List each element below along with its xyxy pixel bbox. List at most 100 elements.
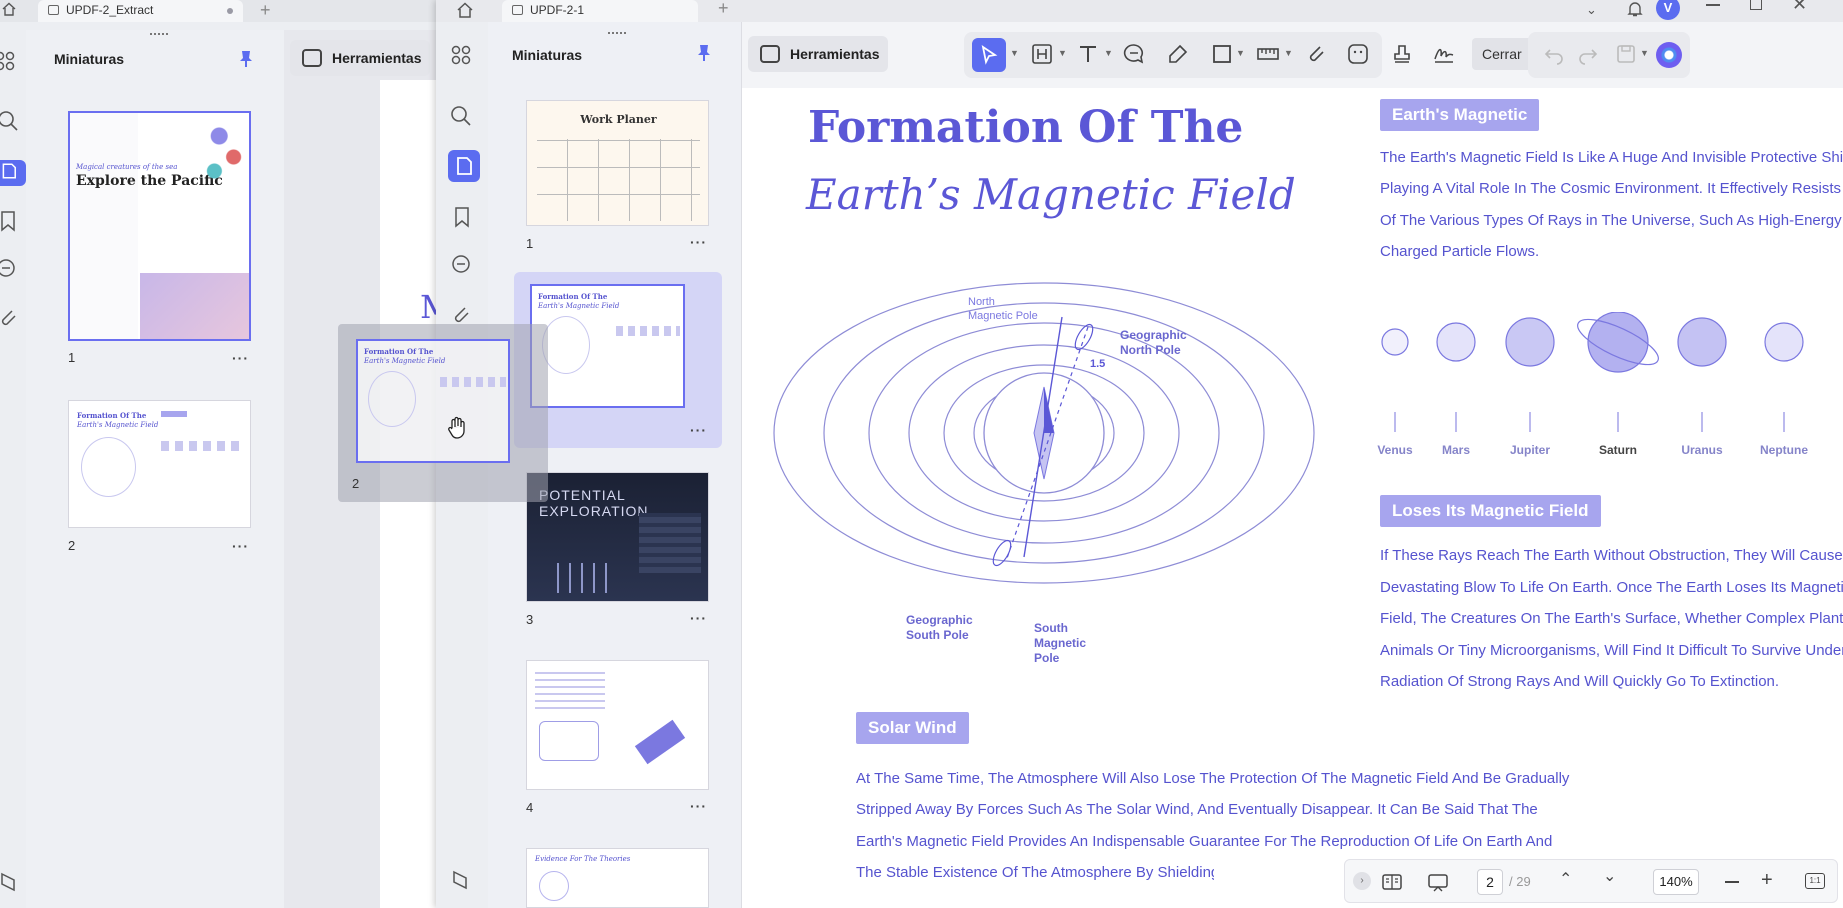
more-options-icon[interactable]: ··· xyxy=(690,422,707,438)
back-thumbnail-1[interactable]: Magical creatures of the sea Explore the… xyxy=(68,111,251,341)
pin-icon[interactable] xyxy=(238,50,254,68)
section3-line: The Stable Existence Of The Atmosphere B… xyxy=(856,864,1214,881)
chevron-down-icon[interactable]: ▼ xyxy=(1058,48,1067,58)
front-thumbnail-3[interactable]: POTENTIAL EXPLORATION xyxy=(526,472,709,602)
label-tilt-angle: 1.5 xyxy=(1090,358,1106,370)
collapse-arrow-icon[interactable]: › xyxy=(1353,872,1371,890)
tab-list-chevron-icon[interactable]: ⌄ xyxy=(1586,2,1597,18)
undo-icon[interactable] xyxy=(1542,42,1566,66)
attachment-icon[interactable] xyxy=(0,307,22,329)
save-icon[interactable] xyxy=(1614,42,1638,66)
user-avatar[interactable]: V xyxy=(1656,0,1680,20)
text-icon[interactable] xyxy=(1076,42,1100,66)
chevron-down-icon[interactable]: ▼ xyxy=(1236,48,1245,58)
bookmark-icon[interactable] xyxy=(452,206,474,228)
more-options-icon[interactable]: ··· xyxy=(690,798,707,814)
layers-icon[interactable] xyxy=(0,870,22,892)
resize-handle-icon[interactable] xyxy=(608,32,626,34)
new-tab-plus-icon[interactable]: + xyxy=(260,0,271,20)
more-options-icon[interactable]: ··· xyxy=(232,350,249,366)
page-icon-active[interactable] xyxy=(448,150,480,182)
redo-icon[interactable] xyxy=(1576,42,1600,66)
pin-icon[interactable] xyxy=(696,44,712,62)
comment-list-icon[interactable] xyxy=(0,258,22,280)
page-layout-icon[interactable] xyxy=(1381,871,1403,893)
bookmark-icon[interactable] xyxy=(0,210,22,232)
search-icon[interactable] xyxy=(0,110,22,132)
sticker-icon[interactable] xyxy=(1346,42,1370,66)
zoom-in-icon[interactable]: + xyxy=(1761,868,1773,892)
chevron-down-icon[interactable]: ▼ xyxy=(1640,48,1649,58)
search-icon[interactable] xyxy=(450,105,472,127)
section3-line: At The Same Time, The Atmosphere Will Al… xyxy=(856,770,1570,787)
back-thumbnail-2[interactable]: Formation Of The Earth's Magnetic Field xyxy=(68,400,251,528)
front-thumbnail-1[interactable]: Work Planer xyxy=(526,100,709,226)
section-heading-solar-wind: Solar Wind xyxy=(856,712,969,744)
layers-icon[interactable] xyxy=(450,868,472,890)
chevron-down-icon[interactable]: ▼ xyxy=(1104,48,1113,58)
attachment-icon[interactable] xyxy=(450,304,472,326)
comment-bubble-icon[interactable] xyxy=(1122,42,1146,66)
more-options-icon[interactable]: ··· xyxy=(232,538,249,554)
close-tools-button[interactable]: Cerrar xyxy=(1472,38,1532,70)
zoom-level-field[interactable]: 140% xyxy=(1653,869,1699,895)
tab-updf-2-1[interactable]: UPDF-2-1 xyxy=(502,0,698,22)
measure-ruler-icon[interactable] xyxy=(1256,42,1280,66)
tab-updf-2-extract[interactable]: UPDF-2_Extract xyxy=(38,0,243,22)
text-box-icon[interactable] xyxy=(1030,42,1054,66)
more-options-icon[interactable]: ··· xyxy=(690,610,707,626)
tools-button[interactable]: Herramientas xyxy=(748,36,888,72)
drag-ghost[interactable]: Formation Of The Earth's Magnetic Field … xyxy=(338,324,548,502)
next-page-icon[interactable]: ⌄ xyxy=(1603,866,1616,886)
unsaved-dot-icon xyxy=(227,8,233,14)
document-viewer: Herramientas ▼ ▼ ▼ ▼ ▼ Cerrar ▼ Formatio… xyxy=(742,22,1843,908)
more-options-icon[interactable]: ··· xyxy=(690,234,707,250)
new-tab-plus-icon[interactable]: + xyxy=(718,0,729,18)
minimize-icon[interactable] xyxy=(1706,4,1720,6)
front-thumbnail-2[interactable]: Formation Of The Earth's Magnetic Field xyxy=(530,284,685,408)
tools-button[interactable]: Herramientas xyxy=(290,40,430,76)
fit-page-icon[interactable]: 1:1 xyxy=(1805,873,1825,889)
foreground-window: UPDF-2-1 + ⌄ V ✕ Miniaturas Work Planer … xyxy=(436,0,1843,908)
front-tab-bar: UPDF-2-1 + ⌄ V ✕ xyxy=(436,0,1843,22)
thumbnails-grid-icon[interactable] xyxy=(0,50,22,72)
stamp-icon[interactable] xyxy=(1390,42,1414,66)
attachment-clip-icon[interactable] xyxy=(1304,42,1328,66)
front-thumbnail-4[interactable] xyxy=(526,660,709,790)
maximize-icon[interactable] xyxy=(1750,0,1762,10)
presentation-icon[interactable] xyxy=(1427,871,1449,893)
page-number-input[interactable]: 2 xyxy=(1477,869,1503,895)
toolbox-icon xyxy=(760,45,780,63)
notification-bell-icon[interactable] xyxy=(1626,0,1644,18)
home-icon[interactable] xyxy=(2,2,16,16)
rectangle-shape-icon[interactable] xyxy=(1210,42,1234,66)
comment-list-icon[interactable] xyxy=(450,254,472,276)
page-total: / 29 xyxy=(1509,874,1531,889)
chevron-down-icon[interactable]: ▼ xyxy=(1284,48,1293,58)
document-title-line2: Earth’s Magnetic Field xyxy=(806,170,1296,219)
highlighter-icon[interactable] xyxy=(1166,42,1190,66)
thumb-title-a: Formation Of The xyxy=(538,292,608,301)
front-thumbnail-5[interactable]: Evidence For The Theories xyxy=(526,848,709,908)
section2-line: Devastating Blow To Life On Earth. Once … xyxy=(1380,579,1843,596)
back-tab-bar: UPDF-2_Extract + xyxy=(0,0,440,22)
resize-handle-icon[interactable] xyxy=(150,33,168,37)
planet-label: Jupiter xyxy=(1509,443,1550,457)
thumbnails-grid-icon[interactable] xyxy=(450,44,472,66)
zoom-out-icon[interactable] xyxy=(1725,881,1739,883)
label-geographic-north-pole: Geographic North Pole xyxy=(1120,328,1187,357)
home-icon[interactable] xyxy=(456,1,474,19)
planet-label: Mars xyxy=(1441,443,1470,457)
section1-line: Of The Various Types Of Rays in The Univ… xyxy=(1380,212,1842,229)
close-window-icon[interactable]: ✕ xyxy=(1792,0,1807,15)
signature-icon[interactable] xyxy=(1432,42,1456,66)
ai-assistant-icon[interactable] xyxy=(1656,42,1682,68)
planet-label: Neptune xyxy=(1760,443,1808,457)
top-toolbar: Herramientas ▼ ▼ ▼ ▼ ▼ Cerrar ▼ xyxy=(742,22,1843,88)
chevron-down-icon[interactable]: ▼ xyxy=(1010,48,1019,58)
section3-line: Stripped Away By Forces Such As The Sola… xyxy=(856,801,1538,818)
page-icon-active[interactable] xyxy=(0,160,26,186)
label-south-magnetic-pole: South Magnetic Pole xyxy=(1034,621,1087,665)
select-cursor-icon[interactable] xyxy=(972,38,1006,72)
previous-page-icon[interactable]: ⌃ xyxy=(1559,869,1572,889)
